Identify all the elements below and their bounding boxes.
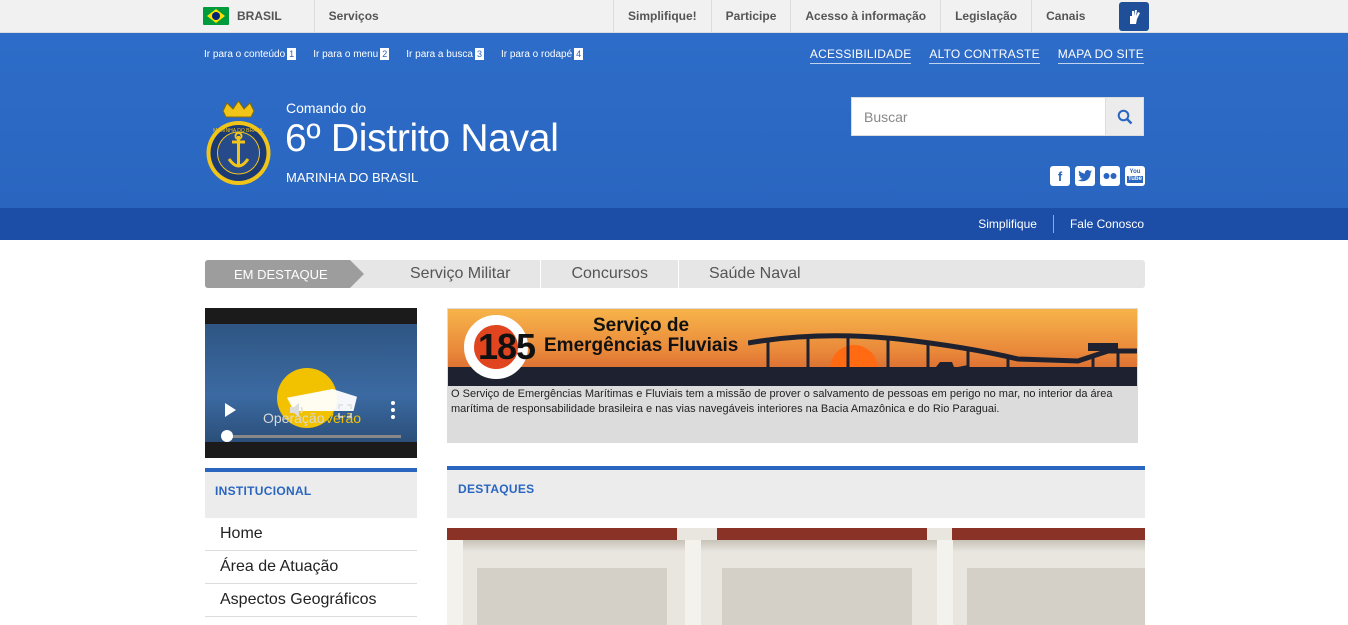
skip-links: Ir para o conteúdo 1 Ir para o menu 2 Ir p…: [204, 48, 600, 60]
gov-link-simplifique[interactable]: Simplifique!: [613, 0, 711, 32]
fullscreen-icon[interactable]: [338, 404, 352, 418]
sidebar-heading-label: INSTITUCIONAL: [215, 484, 312, 498]
tab-servico-militar[interactable]: Serviço Militar: [350, 260, 542, 288]
video-progress-handle[interactable]: [221, 430, 233, 442]
emergency-service-banner[interactable]: 185 Serviço de Emergências Fluviais O Se…: [447, 308, 1138, 443]
sidebar-item-area-de-atuacao[interactable]: Área de Atuação: [205, 551, 417, 584]
navy-logo-icon[interactable]: MARINHA DO BRASIL: [205, 101, 272, 189]
search-icon: [1117, 109, 1132, 124]
water-graphic: [448, 367, 1137, 386]
youtube-icon[interactable]: You Tube: [1125, 166, 1145, 186]
play-icon[interactable]: [225, 403, 236, 417]
video-progress-bar[interactable]: [227, 435, 401, 438]
site-header: Ir para o conteúdo 1 Ir para o menu 2 Ir p…: [0, 33, 1348, 208]
destaques-heading-label: DESTAQUES: [458, 482, 535, 496]
twitter-icon[interactable]: [1075, 166, 1095, 186]
logo-text: MARINHA DO BRASIL: [213, 128, 264, 134]
brazil-flag-icon: [203, 7, 229, 25]
vlibras-hand-icon[interactable]: [1119, 2, 1149, 31]
gov-brasil-link[interactable]: BRASIL: [237, 9, 282, 23]
skip-link-search[interactable]: Ir para a busca 3: [406, 48, 484, 60]
skip-link-content[interactable]: Ir para o conteúdo 1: [204, 48, 297, 60]
skip-link-footer[interactable]: Ir para o rodapé 4: [501, 48, 584, 60]
banner-title-line-2: Emergências Fluviais: [544, 335, 739, 356]
banner-image: 185 Serviço de Emergências Fluviais: [448, 309, 1137, 386]
brand-title[interactable]: 6º Distrito Naval: [285, 117, 559, 161]
sidebar-item-home[interactable]: Home: [205, 518, 417, 551]
highlight-tabs: EM DESTAQUE Serviço Militar Concursos Sa…: [205, 260, 1145, 288]
search-input[interactable]: [852, 98, 1105, 135]
high-contrast-link[interactable]: ALTO CONTRASTE: [929, 47, 1040, 64]
photo-roof: [447, 528, 677, 540]
tab-em-destaque[interactable]: EM DESTAQUE: [205, 260, 364, 288]
sidebar-heading: INSTITUCIONAL: [205, 468, 417, 518]
emergency-number: 185: [478, 326, 536, 367]
search-button[interactable]: [1105, 98, 1143, 135]
photo-window: [722, 568, 912, 625]
photo-window: [477, 568, 667, 625]
gov-links: Simplifique! Participe Acesso à informaç…: [613, 0, 1099, 32]
banner-title-line-1: Serviço de: [593, 315, 690, 336]
accessibility-link[interactable]: ACESSIBILIDADE: [809, 47, 912, 64]
video-player[interactable]: OperaçãoVerão: [205, 308, 417, 458]
secondary-nav: Simplifique Fale Conosco: [0, 208, 1348, 240]
photo-column: [685, 540, 701, 625]
sidebar-menu: Home Área de Atuação Aspectos Geográfico…: [205, 518, 417, 617]
search-box: [851, 97, 1144, 136]
gov-services-link[interactable]: Serviços: [329, 9, 379, 23]
photo-column: [447, 540, 463, 625]
brand-organization: MARINHA DO BRASIL: [286, 170, 419, 185]
photo-window: [967, 568, 1145, 625]
skip-link-menu[interactable]: Ir para o menu 2: [313, 48, 390, 60]
divider: [313, 0, 315, 32]
photo-roof: [952, 528, 1145, 540]
brand-subtitle: Comando do: [286, 100, 367, 116]
tab-concursos[interactable]: Concursos: [541, 260, 679, 288]
gov-bar: BRASIL Serviços Simplifique! Participe A…: [0, 0, 1348, 33]
photo-roof: [717, 528, 927, 540]
facebook-icon[interactable]: f: [1050, 166, 1070, 186]
simplifique-link[interactable]: Simplifique: [962, 217, 1053, 231]
social-links: f You Tube: [1050, 166, 1145, 186]
sitemap-link[interactable]: MAPA DO SITE: [1057, 47, 1144, 64]
flickr-icon[interactable]: [1100, 166, 1120, 186]
photo-shadow: [447, 540, 1145, 552]
banner-description: O Serviço de Emergências Marítimas e Flu…: [451, 388, 1113, 415]
gov-link-acesso-informacao[interactable]: Acesso à informação: [790, 0, 940, 32]
gov-link-canais[interactable]: Canais: [1031, 0, 1099, 32]
fale-conosco-link[interactable]: Fale Conosco: [1054, 217, 1144, 231]
volume-icon[interactable]: [288, 402, 306, 418]
tab-saude-naval[interactable]: Saúde Naval: [679, 260, 831, 288]
destaques-heading: DESTAQUES: [447, 466, 1145, 518]
featured-photo[interactable]: [447, 528, 1145, 625]
more-options-icon[interactable]: [391, 401, 395, 419]
photo-column: [937, 540, 953, 625]
gov-link-legislacao[interactable]: Legislação: [940, 0, 1031, 32]
video-thumbnail: OperaçãoVerão: [205, 324, 417, 442]
gov-link-participe[interactable]: Participe: [710, 0, 791, 32]
accessibility-links: ACESSIBILIDADE ALTO CONTRASTE MAPA DO SI…: [792, 47, 1144, 64]
sidebar-item-aspectos-geograficos[interactable]: Aspectos Geográficos: [205, 584, 417, 617]
